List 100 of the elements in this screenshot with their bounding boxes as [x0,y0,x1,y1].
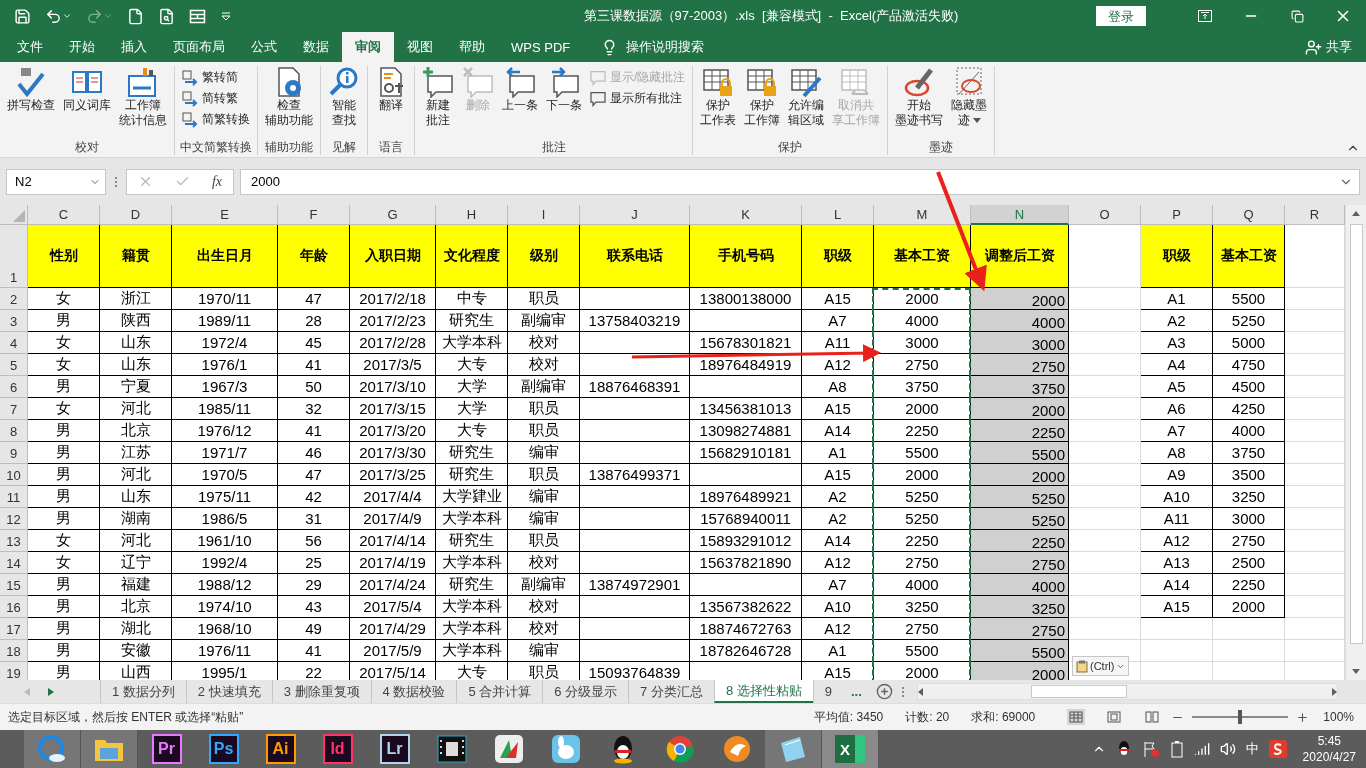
ribbon-button[interactable]: 简转繁 [179,89,253,108]
table-cell: 文化程度 [436,225,508,288]
row-header[interactable]: 5 [0,354,28,376]
taskbar-button[interactable]: Id [309,730,366,768]
table-cell: 2750 [971,354,1069,376]
table-cell: 陕西 [100,310,172,332]
row-header[interactable]: 13 [0,530,28,552]
column-header[interactable]: P [1141,205,1213,225]
ribbon-tab[interactable]: 插入 [108,32,160,62]
zoom-level[interactable]: 100% [1323,710,1354,724]
column-header[interactable]: M [874,205,971,225]
table-cell: 基本工资 [874,225,971,288]
ribbon-tab[interactable]: 视图 [394,32,446,62]
table-cell: 4000 [971,574,1069,596]
column-header[interactable]: N [971,205,1069,225]
name-box[interactable]: N2 [6,168,106,195]
table-cell: 校对 [508,332,580,354]
table-cell: 2250 [874,420,971,442]
table-cell: 2017/2/18 [350,288,436,310]
more-sheets-button[interactable]: ... [843,680,870,703]
row-header[interactable]: 3 [0,310,28,332]
row-header[interactable]: 11 [0,486,28,508]
ribbon-button[interactable]: 下一条 [543,66,585,113]
table-cell: 江苏 [100,442,172,464]
paste-options-button[interactable]: (Ctrl) [1072,656,1130,676]
ribbon-button[interactable]: 同义词库 [60,66,114,113]
ribbon-tab[interactable]: WPS PDF [498,32,584,62]
ribbon-button[interactable]: 翻译 [372,66,410,113]
ribbon-button[interactable]: 允许编 辑区域 [785,66,828,128]
ribbon-tab[interactable]: 审阅 [342,32,394,62]
ribbon-tab[interactable]: 开始 [56,32,108,62]
ribbon-button[interactable]: 新建 批注 [419,66,457,128]
column-header[interactable]: D [100,205,172,225]
column-header[interactable]: R [1285,205,1345,225]
row-header[interactable]: 16 [0,596,28,618]
column-header[interactable]: K [690,205,802,225]
row-header[interactable]: 7 [0,398,28,420]
clock[interactable]: 5:45 2020/4/27 [1302,733,1356,765]
taskbar-button[interactable]: Ai [252,730,309,768]
table-cell: 5500 [971,640,1069,662]
ribbon-button[interactable]: 智能 查找 [325,66,363,128]
group-label: 中文简繁转换 [179,139,253,155]
column-header[interactable]: E [172,205,278,225]
ribbon-tab[interactable]: 数据 [290,32,342,62]
ribbon-button[interactable]: 显示所有批注 [587,89,689,108]
insert-function-button[interactable]: fx [211,173,222,190]
taskbar-button[interactable]: Ps [195,730,252,768]
column-header[interactable]: I [508,205,580,225]
row-header[interactable]: 6 [0,376,28,398]
row-header[interactable]: 8 [0,420,28,442]
table-cell: 4000 [874,310,971,332]
taskbar-button[interactable]: X [822,730,879,768]
row-header[interactable]: 14 [0,552,28,574]
input-method-indicator[interactable]: 中 [1245,740,1259,758]
ribbon-button[interactable]: 繁转简 [179,68,253,87]
row-header[interactable]: 2 [0,288,28,310]
table-cell: 3000 [1213,508,1285,530]
ribbon-button[interactable]: 工作簿 统计信息 [116,66,170,128]
row-header[interactable]: 18 [0,640,28,662]
ribbon-tab[interactable]: 文件 [4,32,56,62]
ribbon-tab[interactable]: 帮助 [446,32,498,62]
ribbon-button[interactable]: 拼写检查 [4,66,58,113]
sheet-tab[interactable]: 8 选择性粘贴 [713,680,813,703]
row-header[interactable]: 1 [0,225,28,288]
ribbon-button[interactable]: 保护 工作表 [697,66,740,128]
column-header[interactable]: L [802,205,874,225]
row-header[interactable]: 9 [0,442,28,464]
login-button[interactable]: 登录 [1096,6,1146,26]
table-cell: 大专 [436,354,508,376]
formula-field[interactable]: 2000 [240,168,1360,195]
column-header[interactable]: F [278,205,350,225]
column-header[interactable]: H [436,205,508,225]
row-header[interactable]: 17 [0,618,28,640]
share-button[interactable]: 共享 [1299,32,1358,62]
column-header[interactable]: O [1069,205,1141,225]
table-cell: 职员 [508,530,580,552]
ribbon-button[interactable]: 简繁转换 [179,110,253,129]
column-header[interactable]: C [28,205,100,225]
column-header[interactable]: G [350,205,436,225]
column-header[interactable]: Q [1213,205,1285,225]
ribbon-button[interactable]: 开始 墨迹书写 [892,66,947,128]
row-header[interactable]: 15 [0,574,28,596]
table-cell: 4000 [1213,420,1285,442]
row-header[interactable]: 19 [0,662,28,680]
ribbon-tab[interactable]: 公式 [238,32,290,62]
ribbon-button[interactable]: 隐藏墨 迹 [948,66,991,128]
taskbar-button[interactable]: Lr [366,730,423,768]
row-header[interactable]: 4 [0,332,28,354]
ribbon-tab[interactable]: 页面布局 [160,32,238,62]
column-header[interactable]: J [580,205,690,225]
ribbon-button[interactable]: 保护 工作簿 [741,66,784,128]
taskbar-button[interactable]: Pr [138,730,195,768]
tell-me-search[interactable]: 操作说明搜索 [595,32,711,62]
ribbon-button[interactable]: 上一条 [499,66,541,113]
table-cell: 3250 [1213,486,1285,508]
ribbon-button[interactable]: 检查 辅助功能 [262,66,316,128]
table-cell: 山东 [100,486,172,508]
row-header[interactable]: 10 [0,464,28,486]
table-cell: 性别 [28,225,100,288]
row-header[interactable]: 12 [0,508,28,530]
